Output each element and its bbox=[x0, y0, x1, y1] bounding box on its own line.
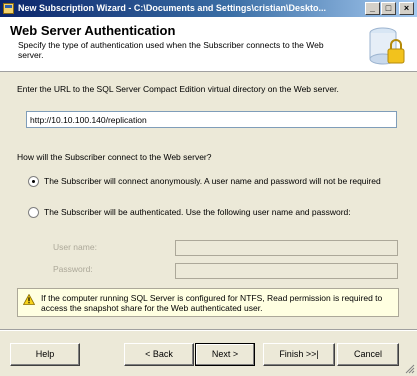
radio-authenticated-button[interactable] bbox=[28, 207, 39, 218]
next-button[interactable]: Next > bbox=[195, 343, 255, 366]
warning-box: If the computer running SQL Server is co… bbox=[17, 288, 399, 317]
help-button[interactable]: Help bbox=[10, 343, 80, 366]
wizard-header: Web Server Authentication Specify the ty… bbox=[0, 17, 417, 72]
app-icon bbox=[3, 3, 14, 14]
radio-anonymous-label: The Subscriber will connect anonymously.… bbox=[44, 176, 381, 186]
window-title: New Subscription Wizard - C:\Documents a… bbox=[18, 3, 326, 13]
url-input[interactable] bbox=[26, 111, 397, 128]
username-label: User name: bbox=[53, 242, 97, 252]
authentication-wizard-icon bbox=[369, 27, 405, 65]
finish-button[interactable]: Finish >>| bbox=[263, 343, 335, 366]
radio-authenticated-label: The Subscriber will be authenticated. Us… bbox=[44, 207, 351, 217]
password-field[interactable] bbox=[175, 263, 398, 279]
page-description: Specify the type of authentication used … bbox=[18, 40, 324, 60]
warning-text: If the computer running SQL Server is co… bbox=[41, 293, 383, 313]
radio-anonymous[interactable]: The Subscriber will connect anonymously.… bbox=[28, 176, 398, 198]
close-button[interactable]: × bbox=[399, 2, 414, 15]
radio-authenticated[interactable]: The Subscriber will be authenticated. Us… bbox=[28, 207, 398, 219]
back-button[interactable]: < Back bbox=[124, 343, 194, 366]
warning-icon bbox=[23, 294, 35, 305]
url-prompt-label: Enter the URL to the SQL Server Compact … bbox=[17, 84, 339, 94]
minimize-button[interactable]: _ bbox=[365, 2, 380, 15]
resize-grip-icon[interactable] bbox=[403, 362, 415, 374]
connect-question-label: How will the Subscriber connect to the W… bbox=[17, 152, 212, 162]
window-titlebar[interactable]: New Subscription Wizard - C:\Documents a… bbox=[0, 0, 417, 17]
password-label: Password: bbox=[53, 264, 93, 274]
username-field[interactable] bbox=[175, 240, 398, 256]
button-separator bbox=[0, 329, 417, 331]
page-title: Web Server Authentication bbox=[10, 23, 176, 38]
cancel-button[interactable]: Cancel bbox=[337, 343, 399, 366]
radio-anonymous-button[interactable] bbox=[28, 176, 39, 187]
maximize-button[interactable]: □ bbox=[381, 2, 396, 15]
